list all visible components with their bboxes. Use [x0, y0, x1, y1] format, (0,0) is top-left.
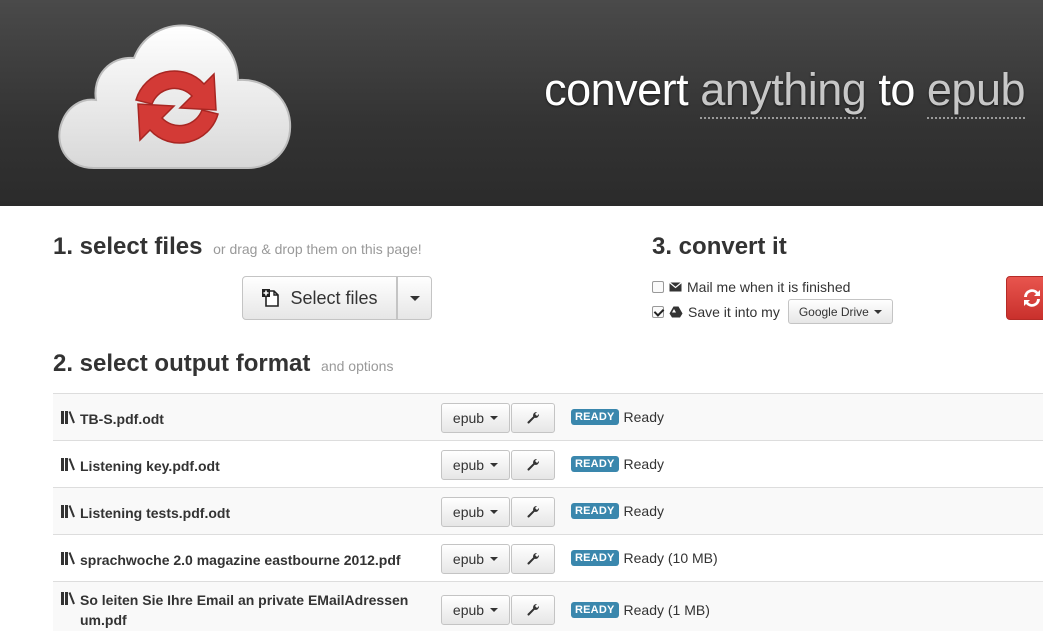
status-text: Ready — [623, 409, 664, 425]
cloud-refresh-icon — [58, 24, 292, 169]
output-format-heading: 2. select output format and options — [53, 350, 393, 378]
books-icon — [61, 505, 75, 518]
save-drive-label: Save it into my — [688, 303, 780, 320]
format-controls: epub — [441, 497, 555, 527]
google-drive-dropdown[interactable]: Google Drive — [787, 299, 893, 324]
select-files-hint: or drag & drop them on this page! — [213, 241, 422, 257]
file-name-text: Listening tests.pdf.odt — [80, 505, 231, 521]
books-icon — [61, 411, 75, 424]
wrench-icon — [527, 505, 540, 518]
status-badge: READY — [571, 602, 619, 618]
status-badge: READY — [571, 503, 619, 519]
file-status: READY Ready — [571, 409, 664, 425]
status-text: Ready (10 MB) — [623, 550, 718, 566]
file-name-text: TB-S.pdf.odt — [80, 411, 164, 427]
file-table: TB-S.pdf.odt epub READY Ready Listening … — [53, 393, 1043, 631]
format-controls: epub — [441, 595, 555, 625]
format-dropdown[interactable]: epub — [441, 450, 510, 480]
table-row: So leiten Sie Ihre Email an private EMai… — [53, 582, 1043, 631]
file-name-text: So leiten Sie Ihre Email an private EMai… — [80, 592, 409, 628]
options-button[interactable] — [511, 450, 555, 480]
select-files-title: 1. select files — [53, 233, 203, 260]
file-status: READY Ready (1 MB) — [571, 602, 710, 618]
tagline-word-epub[interactable]: epub — [926, 64, 1026, 119]
status-text: Ready — [623, 456, 664, 472]
status-badge: READY — [571, 409, 619, 425]
select-files-button[interactable]: Select files — [242, 276, 397, 320]
select-files-heading: 1. select files or drag & drop them on t… — [53, 233, 422, 261]
file-name-text: sprachwoche 2.0 magazine eastbourne 2012… — [80, 552, 401, 568]
wrench-icon — [527, 458, 540, 471]
caret-down-icon — [490, 463, 499, 467]
convert-button[interactable] — [1006, 276, 1043, 320]
output-format-hint: and options — [321, 358, 394, 374]
file-status: READY Ready — [571, 456, 664, 472]
google-drive-icon — [669, 306, 683, 317]
wrench-icon — [527, 603, 540, 616]
mail-option: Mail me when it is finished — [652, 279, 850, 295]
envelope-icon — [669, 282, 682, 292]
file-name-text: Listening key.pdf.odt — [80, 458, 220, 474]
books-icon — [61, 592, 75, 605]
format-label: epub — [452, 551, 485, 567]
tagline-word-convert: convert — [544, 64, 689, 115]
table-row: sprachwoche 2.0 magazine eastbourne 2012… — [53, 535, 1043, 582]
caret-down-icon — [490, 608, 499, 612]
file-name: Listening tests.pdf.odt — [61, 503, 436, 523]
file-name: TB-S.pdf.odt — [61, 409, 436, 429]
books-icon — [61, 458, 75, 471]
select-files-label: Select files — [290, 287, 378, 308]
format-label: epub — [452, 457, 485, 473]
table-row: TB-S.pdf.odt epub READY Ready — [53, 394, 1043, 441]
select-files-button-group: Select files — [242, 276, 432, 320]
select-files-dropdown-toggle[interactable] — [397, 276, 432, 320]
format-controls: epub — [441, 450, 555, 480]
save-drive-option: Save it into my Google Drive — [652, 299, 893, 324]
format-label: epub — [452, 410, 485, 426]
wrench-icon — [527, 411, 540, 424]
refresh-icon — [1024, 289, 1040, 307]
options-button[interactable] — [511, 595, 555, 625]
file-name: Listening key.pdf.odt — [61, 456, 436, 476]
table-row: Listening tests.pdf.odt epub READY Ready — [53, 488, 1043, 535]
caret-down-icon — [490, 557, 499, 561]
format-controls: epub — [441, 403, 555, 433]
tagline-word-to: to — [878, 64, 915, 115]
status-text: Ready (1 MB) — [623, 602, 710, 618]
output-format-title: 2. select output format — [53, 350, 311, 377]
table-row: Listening key.pdf.odt epub READY Ready — [53, 441, 1043, 488]
format-dropdown[interactable]: epub — [441, 544, 510, 574]
tagline: convert anything to epub — [544, 64, 1026, 119]
google-drive-label: Google Drive — [798, 304, 869, 319]
caret-down-icon — [490, 416, 499, 420]
tagline-word-anything[interactable]: anything — [700, 64, 867, 119]
caret-down-icon — [490, 510, 499, 514]
format-dropdown[interactable]: epub — [441, 403, 510, 433]
convert-heading: 3. convert it — [652, 233, 787, 260]
format-dropdown[interactable]: epub — [441, 497, 510, 527]
format-dropdown[interactable]: epub — [441, 595, 510, 625]
add-file-icon — [262, 289, 280, 307]
options-button[interactable] — [511, 497, 555, 527]
options-button[interactable] — [511, 544, 555, 574]
options-button[interactable] — [511, 403, 555, 433]
mail-label: Mail me when it is finished — [687, 279, 851, 295]
save-drive-checkbox[interactable] — [652, 305, 664, 318]
format-label: epub — [452, 602, 485, 618]
wrench-icon — [527, 552, 540, 565]
file-status: READY Ready — [571, 503, 664, 519]
caret-down-icon — [409, 295, 420, 301]
books-icon — [61, 552, 75, 565]
file-name: sprachwoche 2.0 magazine eastbourne 2012… — [61, 550, 436, 570]
status-badge: READY — [571, 550, 619, 566]
file-status: READY Ready (10 MB) — [571, 550, 718, 566]
format-controls: epub — [441, 544, 555, 574]
format-label: epub — [452, 504, 485, 520]
mail-checkbox[interactable] — [652, 281, 664, 293]
caret-down-icon — [873, 309, 882, 314]
status-badge: READY — [571, 456, 619, 472]
header: convert anything to epub — [0, 0, 1043, 206]
file-name: So leiten Sie Ihre Email an private EMai… — [61, 590, 436, 630]
status-text: Ready — [623, 503, 664, 519]
